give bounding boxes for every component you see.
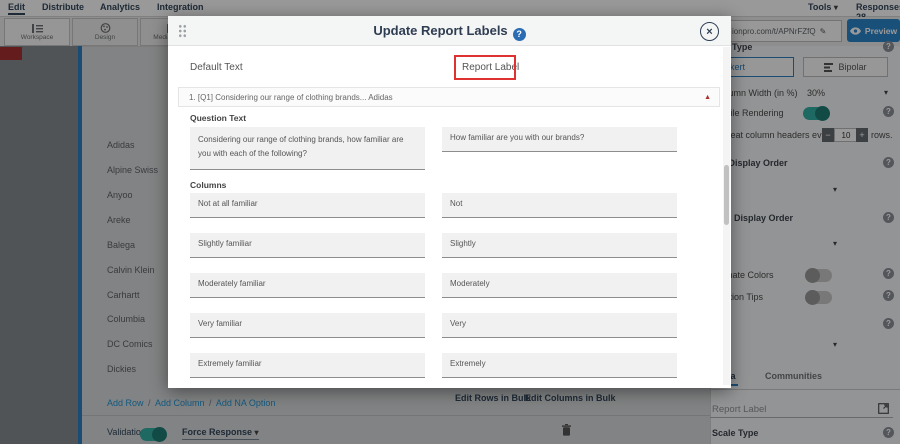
collapse-icon[interactable]: ▲	[704, 94, 711, 101]
update-report-labels-modal: Update Report Labels? × Default Text Rep…	[168, 16, 731, 388]
questionpro-survey-editor: Edit Distribute Analytics Integration To…	[0, 0, 900, 444]
column-default-field[interactable]: Moderately familiar	[190, 273, 425, 298]
column-report-field[interactable]: Extremely	[442, 353, 677, 378]
columns-label: Columns	[190, 180, 226, 190]
column-report-field[interactable]: Moderately	[442, 273, 677, 298]
column-default-field[interactable]: Slightly familiar	[190, 233, 425, 258]
report-label-highlight	[454, 55, 516, 80]
default-text-column-header: Default Text	[190, 62, 243, 73]
question-report-field[interactable]: How familiar are you with our brands?	[442, 127, 677, 152]
column-default-field[interactable]: Not at all familiar	[190, 193, 425, 218]
question-default-field[interactable]: Considering our range of clothing brands…	[190, 127, 425, 170]
column-default-field[interactable]: Very familiar	[190, 313, 425, 338]
modal-scrollbar[interactable]	[723, 47, 730, 385]
question-section-header[interactable]: 1. [Q1] Considering our range of clothin…	[178, 87, 720, 107]
column-default-field[interactable]: Extremely familiar	[190, 353, 425, 378]
column-report-field[interactable]: Not	[442, 193, 677, 218]
close-icon[interactable]: ×	[700, 22, 719, 41]
column-report-field[interactable]: Slightly	[442, 233, 677, 258]
help-icon[interactable]: ?	[513, 28, 526, 41]
question-section-title: 1. [Q1] Considering our range of clothin…	[189, 93, 704, 102]
modal-header: Update Report Labels? ×	[168, 16, 731, 46]
modal-title: Update Report Labels?	[168, 23, 731, 41]
modal-scrollbar-thumb[interactable]	[724, 165, 729, 225]
question-text-label: Question Text	[190, 113, 246, 123]
column-report-field[interactable]: Very	[442, 313, 677, 338]
